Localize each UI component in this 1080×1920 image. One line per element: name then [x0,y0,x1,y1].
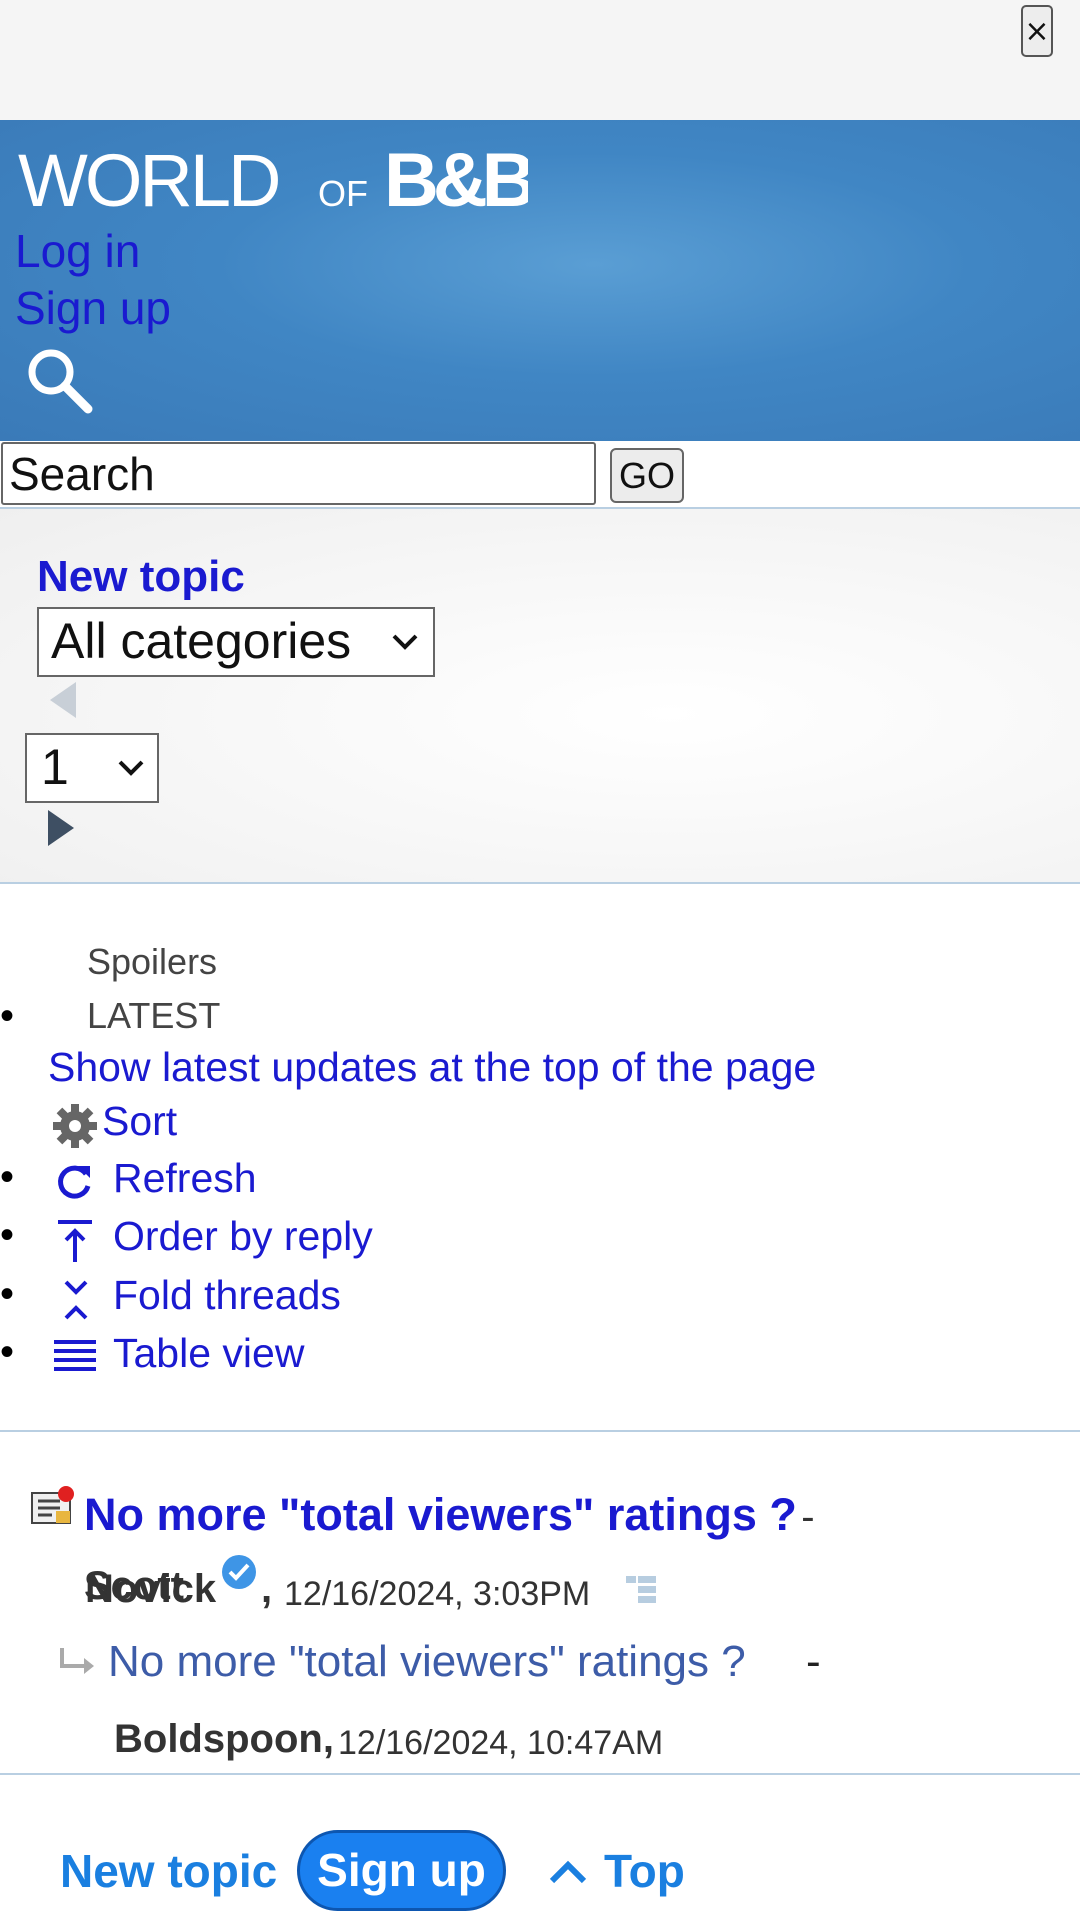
divider [0,1773,1080,1775]
top-link[interactable]: Top [604,1844,685,1898]
separator: - [806,1637,821,1686]
reply-author-name[interactable]: Boldspoon [114,1717,323,1761]
chevron-down-icon [118,760,144,776]
triangle-right-icon[interactable] [46,808,76,853]
close-button[interactable]: × [1021,5,1053,57]
bullet: • [0,1272,15,1316]
reply-author[interactable]: Boldspoon, [114,1717,334,1762]
divider [0,1430,1080,1432]
thread-tree-icon[interactable] [624,1574,658,1613]
bullet: • [0,1213,15,1257]
triangle-left-icon[interactable] [48,680,78,725]
logo-world-text: WORLD [18,139,278,212]
thread-title-link[interactable]: No more "total viewers" ratings ? [84,1489,797,1540]
verified-badge-icon [220,1553,258,1596]
category-select[interactable]: All categories [37,607,435,677]
logo-of-text: OF [318,173,368,212]
sort-link[interactable]: Sort [102,1098,177,1145]
logo-bb-text: B&B [384,138,528,212]
reply-date: 12/16/2024, 10:47AM [338,1724,664,1762]
comma: , [322,1717,334,1761]
fold-threads-link[interactable]: Fold threads [113,1272,341,1319]
table-view-icon [54,1338,96,1381]
login-link[interactable]: Log in [15,224,140,278]
thread-date: 12/16/2024, 3:03PM [284,1575,591,1613]
order-by-reply-icon [54,1218,96,1269]
search-icon[interactable] [25,345,95,415]
refresh-link[interactable]: Refresh [113,1155,257,1202]
new-post-icon [30,1485,76,1532]
footer-new-topic-link[interactable]: New topic [60,1844,277,1898]
refresh-icon [54,1160,96,1207]
reply-title-link[interactable]: No more "total viewers" ratings ? [108,1637,746,1687]
separator: - [801,1495,815,1539]
latest-toggle-link[interactable]: Show latest updates at the top of the pa… [48,1044,816,1091]
top-bar [0,0,1080,120]
chevron-up-icon[interactable] [548,1855,588,1890]
footer-signup-button[interactable]: Sign up [297,1830,506,1911]
reply-arrow-icon [58,1646,96,1681]
order-by-reply-link[interactable]: Order by reply [113,1213,373,1260]
bullet: • [0,994,15,1038]
fold-icon [56,1278,96,1327]
bullet: • [0,1155,15,1199]
signup-link[interactable]: Sign up [15,281,171,335]
gear-icon [52,1103,98,1154]
category-selected-value: All categories [51,613,352,669]
search-input[interactable] [1,442,596,505]
comma: , [261,1567,273,1611]
site-logo[interactable]: WORLD OF B&B [18,136,540,223]
thread-author-last[interactable]: Novick [85,1567,216,1612]
go-button[interactable]: GO [610,448,684,503]
new-topic-link[interactable]: New topic [37,552,245,602]
bullet: • [0,1330,15,1374]
page-select[interactable]: 1 [25,733,159,803]
page-selected-value: 1 [41,739,69,795]
chevron-down-icon [392,634,418,650]
spoilers-label: Spoilers [87,941,218,982]
latest-label: LATEST [87,995,221,1036]
table-view-link[interactable]: Table view [113,1330,304,1377]
